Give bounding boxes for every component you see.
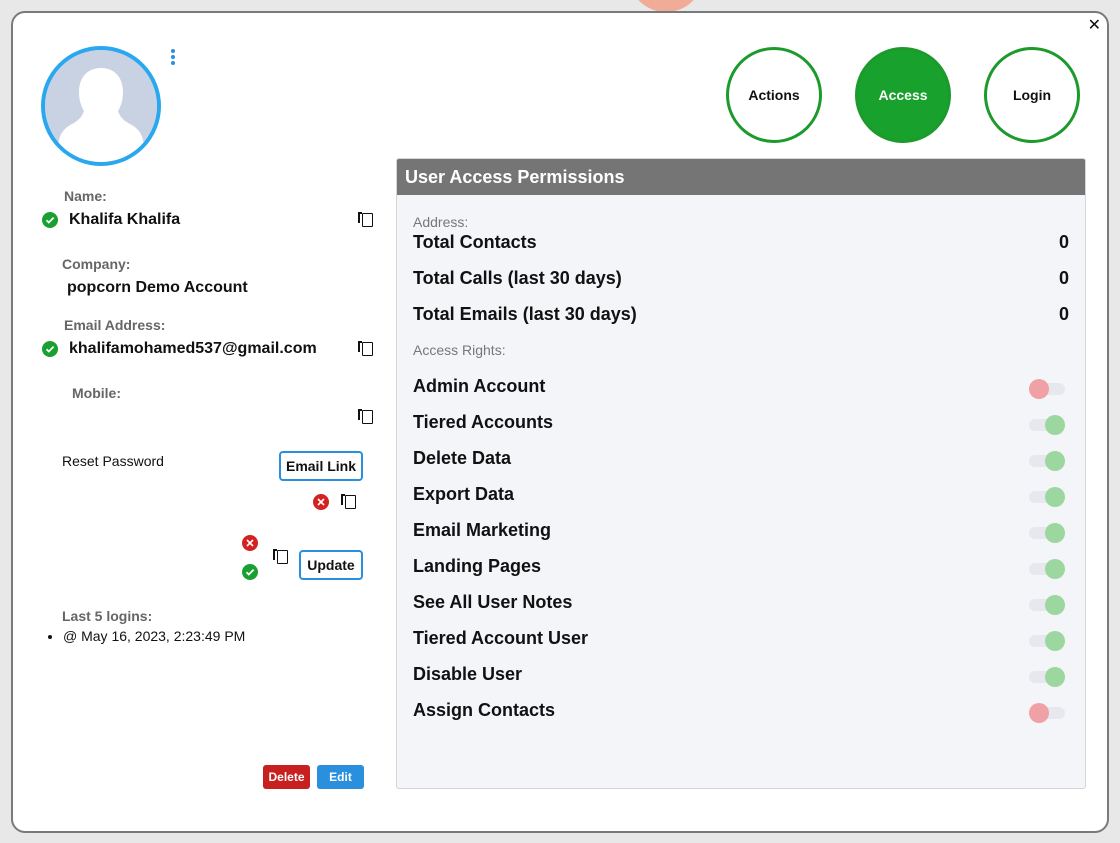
access-permissions-panel: User Access Permissions Address: Total C… xyxy=(396,158,1086,789)
permission-toggle[interactable] xyxy=(1029,485,1065,507)
verified-check-icon xyxy=(242,564,258,580)
permission-row-assign-contacts: Assign Contacts xyxy=(413,700,1069,723)
stat-label: Total Emails (last 30 days) xyxy=(413,304,637,324)
stat-value: 0 xyxy=(1058,232,1069,252)
permission-row-landing-pages: Landing Pages xyxy=(413,556,1069,579)
last-logins-label: Last 5 logins: xyxy=(62,608,153,624)
edit-button[interactable]: Edit xyxy=(317,765,364,789)
permission-row-tiered-account-user: Tiered Account User xyxy=(413,628,1069,651)
verified-check-icon xyxy=(42,212,58,228)
permission-row-see-all-user-notes: See All User Notes xyxy=(413,592,1069,615)
permission-toggle[interactable] xyxy=(1029,413,1065,435)
copy-icon[interactable] xyxy=(358,212,374,228)
name-label: Name: xyxy=(64,188,107,204)
permission-label: Assign Contacts xyxy=(413,700,556,720)
update-button[interactable]: Update xyxy=(299,550,363,580)
permission-toggle[interactable] xyxy=(1029,701,1065,723)
company-name: popcorn Demo Account xyxy=(67,279,248,296)
panel-title: User Access Permissions xyxy=(397,159,1085,195)
stat-row: Total Contacts 0 xyxy=(413,232,1069,254)
permission-label: Admin Account xyxy=(413,376,546,396)
avatar xyxy=(41,46,161,166)
delete-button[interactable]: Delete xyxy=(263,765,310,789)
permission-row-export-data: Export Data xyxy=(413,484,1069,507)
permission-label: Delete Data xyxy=(413,448,512,468)
verified-check-icon xyxy=(42,341,58,357)
permission-toggle[interactable] xyxy=(1029,521,1065,543)
more-options-icon[interactable] xyxy=(169,49,177,67)
permission-label: Tiered Account User xyxy=(413,628,589,648)
copy-icon[interactable] xyxy=(358,341,374,357)
email-link-button[interactable]: Email Link xyxy=(279,451,363,481)
permission-toggle[interactable] xyxy=(1029,449,1065,471)
stat-row: Total Emails (last 30 days) 0 xyxy=(413,304,1069,326)
permission-label: See All User Notes xyxy=(413,592,573,612)
permission-toggle[interactable] xyxy=(1029,629,1065,651)
access-rights-label: Access Rights: xyxy=(413,342,506,358)
copy-icon[interactable] xyxy=(273,549,289,565)
permission-row-disable-user: Disable User xyxy=(413,664,1069,687)
permission-row-email-marketing: Email Marketing xyxy=(413,520,1069,543)
copy-icon[interactable] xyxy=(358,409,374,425)
error-x-icon xyxy=(313,494,329,510)
permission-toggle[interactable] xyxy=(1029,665,1065,687)
user-detail-modal: ✕ Actions Access Login Name: Khalifa Kha… xyxy=(11,11,1109,833)
stat-value: 0 xyxy=(1058,304,1069,324)
address-label: Address: xyxy=(413,214,469,230)
list-item: @ May 16, 2023, 2:23:49 PM xyxy=(63,628,245,644)
permission-row-tiered-accounts: Tiered Accounts xyxy=(413,412,1069,435)
permission-label: Email Marketing xyxy=(413,520,552,540)
logins-list: @ May 16, 2023, 2:23:49 PM xyxy=(63,628,245,644)
permission-toggle[interactable] xyxy=(1029,557,1065,579)
permission-row-delete-data: Delete Data xyxy=(413,448,1069,471)
user-email: khalifamohamed537@gmail.com xyxy=(69,340,317,357)
email-label: Email Address: xyxy=(64,317,166,333)
company-label: Company: xyxy=(62,256,131,272)
stat-label: Total Calls (last 30 days) xyxy=(413,268,622,288)
permission-row-admin-account: Admin Account xyxy=(413,376,1069,399)
tab-actions[interactable]: Actions xyxy=(726,47,822,143)
stat-label: Total Contacts xyxy=(413,232,537,252)
stat-row: Total Calls (last 30 days) 0 xyxy=(413,268,1069,290)
close-icon[interactable]: ✕ xyxy=(1088,15,1101,34)
tab-login[interactable]: Login xyxy=(984,47,1080,143)
permission-label: Landing Pages xyxy=(413,556,542,576)
permission-label: Disable User xyxy=(413,664,523,684)
mobile-label: Mobile: xyxy=(72,385,121,401)
permission-label: Tiered Accounts xyxy=(413,412,554,432)
copy-icon[interactable] xyxy=(341,494,357,510)
error-x-icon xyxy=(242,535,258,551)
permission-toggle[interactable] xyxy=(1029,377,1065,399)
permission-label: Export Data xyxy=(413,484,515,504)
stat-value: 0 xyxy=(1058,268,1069,288)
reset-password-label: Reset Password xyxy=(62,453,164,469)
permission-toggle[interactable] xyxy=(1029,593,1065,615)
tab-access[interactable]: Access xyxy=(855,47,951,143)
user-name: Khalifa Khalifa xyxy=(69,211,181,228)
